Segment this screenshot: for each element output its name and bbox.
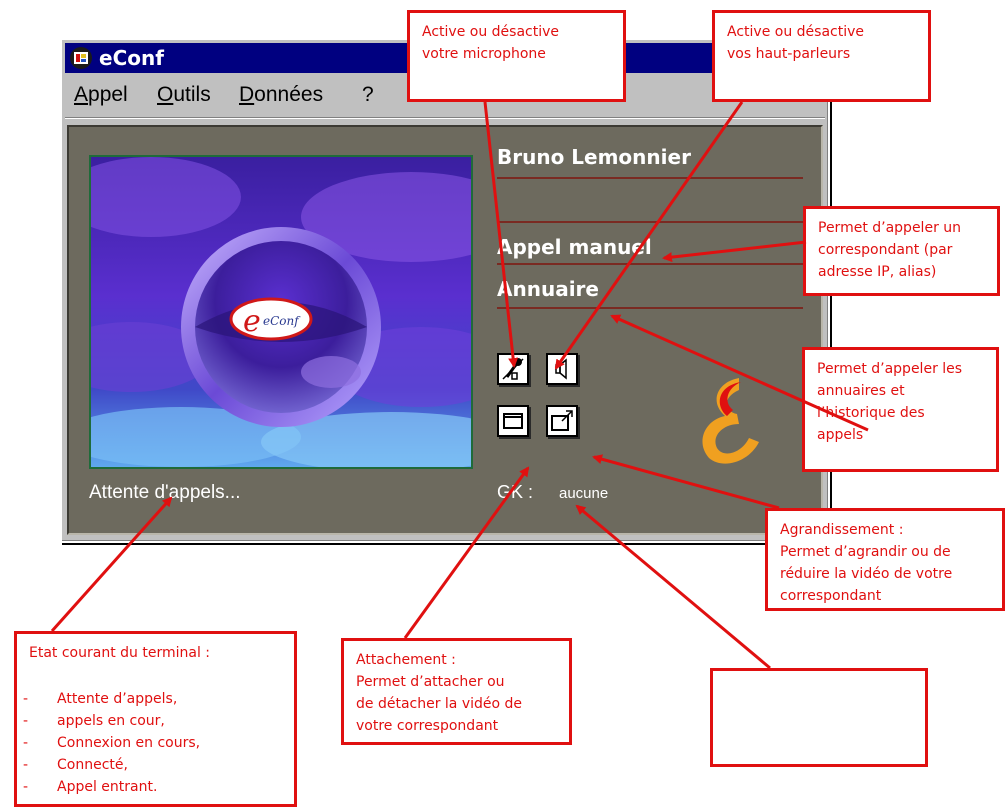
arrow-gatekeeper	[575, 504, 771, 670]
arrow-terminal-state	[50, 496, 173, 633]
arrow-enlarge	[592, 454, 780, 510]
annotation-arrows	[50, 101, 869, 670]
arrow-speakers	[554, 101, 744, 370]
arrow-microphone	[483, 101, 519, 368]
arrow-directory	[610, 314, 869, 432]
arrow-manual-call	[662, 240, 807, 263]
arrow-attach	[403, 466, 530, 639]
